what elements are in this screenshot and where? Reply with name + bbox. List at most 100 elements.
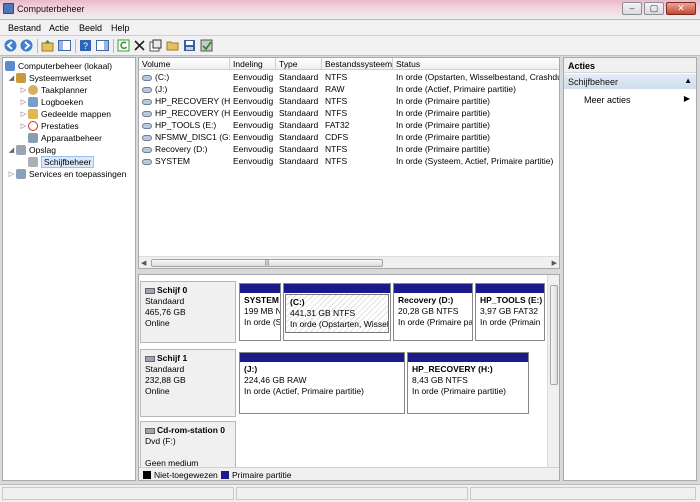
partition-c[interactable]: (C:) 441,31 GB NTFS In orde (Opstarten, Wi… <box>283 283 391 341</box>
primary-partition-band <box>394 284 472 293</box>
volume-icon <box>142 86 152 93</box>
partition-name: (C:) <box>290 297 305 307</box>
partition-hp-tools[interactable]: HP_TOOLS (E:) 3,97 GB FAT32 In orde (Prima… <box>475 283 545 341</box>
partition-status: In orde (Opstarten, Wissel <box>290 319 389 329</box>
tree-item-storage[interactable]: ◢ Opslag <box>7 144 56 156</box>
volume-row[interactable]: HP_TOOLS (E:) Eenvoudig Standaard FAT32 In o… <box>139 119 559 131</box>
partition-recovery[interactable]: Recovery (D:) 20,28 GB NTFS In orde (Prima… <box>393 283 473 341</box>
primary-partition-band <box>408 353 528 362</box>
expand-triangle-icon[interactable]: ▷ <box>19 98 28 106</box>
help-icon[interactable]: ? <box>79 39 92 52</box>
partition-hp-recovery[interactable]: HP_RECOVERY (H:) 8,43 GB NTFS In orde (Pri… <box>407 352 529 414</box>
tree-item-device-manager[interactable]: Apparaatbeheer <box>28 132 102 144</box>
volume-row[interactable]: HP_RECOVERY (H:) Eenvoudig Standaard NTFS In… <box>139 107 559 119</box>
column-header-filesystem[interactable]: Bestandssysteem <box>322 58 393 70</box>
volume-name: HP_RECOVERY (H:) <box>155 96 230 106</box>
menu-bar: Bestand Actie Beeld Help <box>0 20 700 36</box>
delete-icon[interactable] <box>133 39 146 52</box>
back-icon[interactable] <box>4 39 17 52</box>
performance-icon <box>28 121 38 131</box>
disk-name: Schijf 0 <box>157 285 188 295</box>
column-header-layout[interactable]: Indeling <box>230 58 276 70</box>
partition-size: 3,97 GB FAT32 <box>480 306 538 316</box>
tree-item-task-scheduler[interactable]: ▷ Taakplanner <box>19 84 87 96</box>
volume-cell-volume: (C:) <box>142 71 230 83</box>
volume-row[interactable]: (J:) Eenvoudig Standaard RAW In orde (Actief… <box>139 83 559 95</box>
volume-cell-type: Standaard <box>279 144 319 154</box>
menu-beeld[interactable]: Beeld <box>79 23 102 33</box>
expand-triangle-icon[interactable]: ▷ <box>19 86 28 94</box>
volume-cell-layout: Eenvoudig <box>233 144 274 154</box>
expand-triangle-icon[interactable]: ▷ <box>19 110 28 118</box>
menu-bestand[interactable]: Bestand <box>8 23 41 33</box>
refresh-icon[interactable] <box>117 39 130 52</box>
forward-icon[interactable] <box>20 39 33 52</box>
tree-item-label: Apparaatbeheer <box>41 133 102 143</box>
show-hide-action-pane-icon[interactable] <box>96 39 109 52</box>
volume-cell-volume: Recovery (D:) <box>142 143 230 155</box>
volume-cell-type: Standaard <box>279 156 319 166</box>
tree-item-shared-folders[interactable]: ▷ Gedeelde mappen <box>19 108 111 120</box>
close-button[interactable]: ✕ <box>666 2 696 15</box>
column-header-volume[interactable]: Volume <box>139 58 230 70</box>
menu-help[interactable]: Help <box>111 23 130 33</box>
scroll-left-icon[interactable]: ◀ <box>141 259 146 267</box>
volume-row[interactable]: NFSMW_DISC1 (G:) Eenvoudig Standaard CDFS In… <box>139 131 559 143</box>
column-header-type[interactable]: Type <box>276 58 322 70</box>
tree-item-event-viewer[interactable]: ▷ Logboeken <box>19 96 83 108</box>
disk-check-icon[interactable] <box>200 39 213 52</box>
volume-cell-volume: NFSMW_DISC1 (G:) <box>142 131 230 143</box>
scroll-right-icon[interactable]: ▶ <box>552 259 557 267</box>
up-folder-icon[interactable] <box>41 39 54 52</box>
legend-unallocated: Niet-toegewezen <box>154 470 218 480</box>
vertical-scrollbar[interactable] <box>547 275 559 468</box>
volume-row[interactable]: HP_RECOVERY (H:) Eenvoudig Standaard NTFS In… <box>139 95 559 107</box>
expand-triangle-icon[interactable]: ▷ <box>19 122 28 130</box>
column-header-status[interactable]: Status <box>393 58 559 70</box>
partition-name: SYSTEM <box>244 295 279 305</box>
primary-partition-band <box>240 353 404 362</box>
scroll-thumb[interactable] <box>550 285 558 385</box>
volume-row[interactable]: SYSTEM Eenvoudig Standaard NTFS In orde (Sys… <box>139 155 559 167</box>
volume-row[interactable]: (C:) Eenvoudig Standaard NTFS In orde (Opsta… <box>139 71 559 83</box>
disk-map: Schijf 0 Standaard 465,76 GB Online SYST… <box>138 274 560 481</box>
tree-item-performance[interactable]: ▷ Prestaties <box>19 120 79 132</box>
more-actions-item[interactable]: Meer acties <box>584 95 631 105</box>
tree-item-label: Schijfbeheer <box>41 156 95 168</box>
status-bar <box>0 484 700 502</box>
properties-icon[interactable] <box>149 39 162 52</box>
partition-legend: Niet-toegewezen Primaire partitie <box>139 467 559 480</box>
status-cell <box>2 487 234 500</box>
tree-item-computer-management[interactable]: Computerbeheer (lokaal) <box>5 60 112 72</box>
submenu-arrow-icon[interactable]: ▶ <box>684 94 690 103</box>
disk-1-label[interactable]: Schijf 1 Standaard 232,88 GB Online <box>140 349 236 417</box>
expand-triangle-icon[interactable]: ▷ <box>7 170 16 178</box>
actions-section-disk-management[interactable]: Schijfbeheer ▲ <box>564 74 696 89</box>
partition-j[interactable]: (J:) 224,46 GB RAW In orde (Actief, Primai… <box>239 352 405 414</box>
open-folder-icon[interactable] <box>166 39 179 52</box>
tree-item-system-tools[interactable]: ◢ Systeemwerkset <box>7 72 91 84</box>
volume-row[interactable]: Recovery (D:) Eenvoudig Standaard NTFS In or… <box>139 143 559 155</box>
status-cell <box>236 487 468 500</box>
show-hide-console-tree-icon[interactable] <box>58 39 71 52</box>
volume-cell-status: In orde (Opstarten, Wisselbestand, Crash… <box>396 72 559 82</box>
collapse-triangle-icon[interactable]: ◢ <box>7 74 16 82</box>
partition-system[interactable]: SYSTEM 199 MB N In orde (S <box>239 283 281 341</box>
menu-actie[interactable]: Actie <box>49 23 69 33</box>
scroll-thumb[interactable]: ||| <box>151 259 383 267</box>
tree-item-disk-management[interactable]: Schijfbeheer <box>28 156 95 168</box>
save-icon[interactable] <box>183 39 196 52</box>
collapse-triangle-icon[interactable]: ◢ <box>7 146 16 154</box>
horizontal-scrollbar[interactable]: ◀ ||| ▶ <box>139 256 559 268</box>
disk-icon <box>145 287 155 294</box>
volume-name: SYSTEM <box>155 156 190 166</box>
maximize-button[interactable]: ▢ <box>644 2 664 15</box>
computer-management-icon <box>5 61 15 71</box>
collapse-caret-icon[interactable]: ▲ <box>684 76 692 85</box>
minimize-button[interactable]: – <box>622 2 642 15</box>
volume-cell-type: Standaard <box>279 96 319 106</box>
disk-0-label[interactable]: Schijf 0 Standaard 465,76 GB Online <box>140 281 236 343</box>
cdrom-0-label[interactable]: Cd-rom-station 0 Dvd (F:) Geen medium <box>140 421 236 469</box>
partition-size: 199 MB N <box>244 306 280 316</box>
tree-item-services-applications[interactable]: ▷ Services en toepassingen <box>7 168 126 180</box>
